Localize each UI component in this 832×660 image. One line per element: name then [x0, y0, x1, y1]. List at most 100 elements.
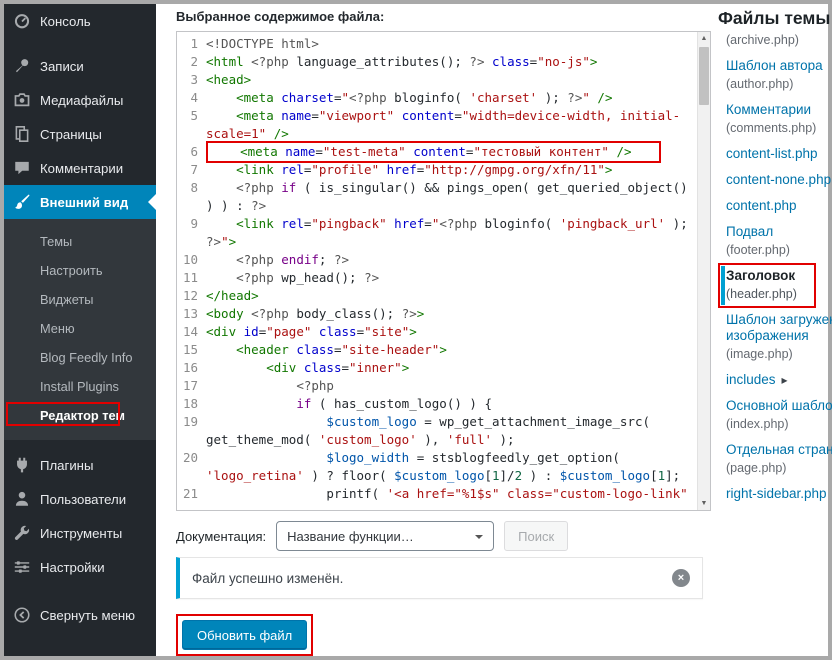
editor-scrollbar[interactable]: ▲ ▼: [697, 32, 710, 510]
theme-file-index[interactable]: Основной шаблон(index.php): [726, 398, 832, 432]
theme-file-image[interactable]: Шаблон загруженного изображения(image.ph…: [726, 312, 832, 362]
file-link[interactable]: Комментарии: [726, 102, 832, 118]
brush-icon: [13, 193, 31, 211]
file-content-heading: Выбранное содержимое файла:: [176, 9, 384, 24]
file-filename: (comments.php): [726, 121, 832, 136]
theme-file-author[interactable]: Шаблон автора(author.php): [726, 58, 832, 92]
submenu-item-menus[interactable]: Меню: [4, 314, 156, 343]
sidebar-item-settings[interactable]: Настройки: [4, 550, 156, 584]
code-line[interactable]: 11 <?php wp_head(); ?>: [177, 269, 697, 287]
scrollbar-thumb[interactable]: [699, 47, 709, 105]
code-line[interactable]: 7 <link rel="profile" href="http://gmpg.…: [177, 161, 697, 179]
file-link[interactable]: right-sidebar.php: [726, 486, 832, 502]
code-line[interactable]: 1<!DOCTYPE html>: [177, 35, 697, 53]
collapse-icon: [13, 606, 31, 624]
theme-file-archive[interactable]: (archive.php): [726, 33, 832, 48]
lookup-button[interactable]: Поиск: [504, 521, 568, 551]
code-line[interactable]: 18 if ( has_custom_logo() ) {: [177, 395, 697, 413]
code-text: <?php: [206, 377, 697, 395]
file-link[interactable]: Шаблон загруженного изображения: [726, 312, 832, 344]
sidebar-item-media[interactable]: Медиафайлы: [4, 83, 156, 117]
sidebar-item-pages[interactable]: Страницы: [4, 117, 156, 151]
update-file-button[interactable]: Обновить файл: [182, 620, 307, 650]
file-link[interactable]: Заголовок: [726, 268, 832, 284]
file-link[interactable]: Подвал: [726, 224, 832, 240]
sidebar-item-collapse-menu[interactable]: Свернуть меню: [4, 598, 156, 632]
dismiss-notice-button[interactable]: ×: [672, 569, 690, 587]
submenu-item-themes[interactable]: Темы: [4, 227, 156, 256]
code-text: $custom_logo = wp_get_attachment_image_s…: [206, 413, 697, 449]
close-icon: ×: [678, 573, 684, 584]
function-select[interactable]: Название функции…: [276, 521, 494, 551]
admin-menu: Консоль ЗаписиМедиафайлыСтраницыКомментар…: [4, 4, 156, 656]
file-link[interactable]: Отдельная страница: [726, 442, 832, 458]
admin-menu-collapse: Свернуть меню: [4, 598, 156, 632]
file-link[interactable]: content-list.php: [726, 146, 832, 162]
code-line[interactable]: 6 <meta name="test-meta" content="тестов…: [177, 143, 697, 161]
code-line[interactable]: 4 <meta charset="<?php bloginfo( 'charse…: [177, 89, 697, 107]
scroll-up-icon[interactable]: ▲: [698, 32, 710, 45]
submenu-item-theme-editor[interactable]: Редактор тем: [4, 401, 156, 430]
submenu-item-install-plugins[interactable]: Install Plugins: [4, 372, 156, 401]
file-filename: (page.php): [726, 461, 832, 476]
sidebar-item-dashboard[interactable]: Консоль: [4, 4, 156, 38]
theme-file-content-none[interactable]: content-none.php: [726, 172, 832, 188]
code-text: <?php if ( is_singular() && pings_open( …: [206, 179, 697, 215]
code-line[interactable]: 19 $custom_logo = wp_get_attachment_imag…: [177, 413, 697, 449]
code-line[interactable]: 12</head>: [177, 287, 697, 305]
sidebar-item-appearance[interactable]: Внешний вид: [4, 185, 156, 219]
sidebar-item-label: Пользователи: [40, 492, 126, 507]
code-area[interactable]: 1<!DOCTYPE html>2<html <?php language_at…: [177, 32, 697, 510]
file-link[interactable]: content.php: [726, 198, 832, 214]
file-filename: (header.php): [726, 287, 832, 302]
code-line[interactable]: 10 <?php endif; ?>: [177, 251, 697, 269]
code-editor[interactable]: 1<!DOCTYPE html>2<html <?php language_at…: [176, 31, 711, 511]
line-number: 3: [177, 71, 206, 89]
wordpress-theme-editor-page: { "colors": { "menu_active": "#0085ba", …: [0, 0, 832, 660]
file-link[interactable]: Шаблон автора: [726, 58, 832, 74]
code-line[interactable]: 20 $logo_width = stsblogfeedly_get_optio…: [177, 449, 697, 485]
submenu-item-widgets[interactable]: Виджеты: [4, 285, 156, 314]
code-line[interactable]: 8 <?php if ( is_singular() && pings_open…: [177, 179, 697, 215]
code-text: printf( '<a href="%1$s" class="custom-lo…: [206, 485, 697, 503]
sidebar-item-posts[interactable]: Записи: [4, 49, 156, 83]
theme-file-content-list[interactable]: content-list.php: [726, 146, 832, 162]
code-text: <body <?php body_class(); ?>>: [206, 305, 697, 323]
theme-file-header[interactable]: Заголовок (header.php): [726, 268, 832, 302]
sidebar-item-users[interactable]: Пользователи: [4, 482, 156, 516]
line-number: 6: [177, 143, 206, 161]
appearance-submenu: ТемыНастроитьВиджетыМенюBlog Feedly Info…: [4, 219, 156, 440]
code-line[interactable]: 21 printf( '<a href="%1$s" class="custom…: [177, 485, 697, 503]
sidebar-item-label: Плагины: [40, 458, 93, 473]
sidebar-item-comments[interactable]: Комментарии: [4, 151, 156, 185]
theme-file-content[interactable]: content.php: [726, 198, 832, 214]
line-number: 13: [177, 305, 206, 323]
code-line[interactable]: 3<head>: [177, 71, 697, 89]
scroll-down-icon[interactable]: ▼: [698, 497, 710, 510]
code-line[interactable]: 2<html <?php language_attributes(); ?> c…: [177, 53, 697, 71]
code-text: $logo_width = stsblogfeedly_get_option( …: [206, 449, 697, 485]
file-link[interactable]: includes▸: [726, 372, 832, 388]
theme-file-includes[interactable]: includes▸: [726, 372, 832, 388]
theme-file-comments[interactable]: Комментарии (comments.php): [726, 102, 832, 136]
code-line[interactable]: 9 <link rel="pingback" href="<?php blogi…: [177, 215, 697, 251]
chevron-down-icon: [475, 535, 483, 543]
code-line[interactable]: 15 <header class="site-header">: [177, 341, 697, 359]
theme-file-right-sidebar[interactable]: right-sidebar.php: [726, 486, 832, 502]
sidebar-item-plugins[interactable]: Плагины: [4, 448, 156, 482]
theme-file-page[interactable]: Отдельная страница (page.php): [726, 442, 832, 476]
theme-file-footer[interactable]: Подвал(footer.php): [726, 224, 832, 258]
submenu-item-customize[interactable]: Настроить: [4, 256, 156, 285]
code-text: <link rel="pingback" href="<?php bloginf…: [206, 215, 697, 251]
sidebar-item-label: Инструменты: [40, 526, 122, 541]
code-line[interactable]: 13<body <?php body_class(); ?>>: [177, 305, 697, 323]
submenu-item-blog-feedly-info[interactable]: Blog Feedly Info: [4, 343, 156, 372]
code-line[interactable]: 5 <meta name="viewport" content="width=d…: [177, 107, 697, 143]
file-link[interactable]: Основной шаблон: [726, 398, 832, 414]
code-line[interactable]: 16 <div class="inner">: [177, 359, 697, 377]
file-link[interactable]: content-none.php: [726, 172, 832, 188]
sidebar-item-label: Внешний вид: [40, 195, 128, 210]
code-line[interactable]: 17 <?php: [177, 377, 697, 395]
sidebar-item-tools[interactable]: Инструменты: [4, 516, 156, 550]
code-line[interactable]: 14<div id="page" class="site">: [177, 323, 697, 341]
